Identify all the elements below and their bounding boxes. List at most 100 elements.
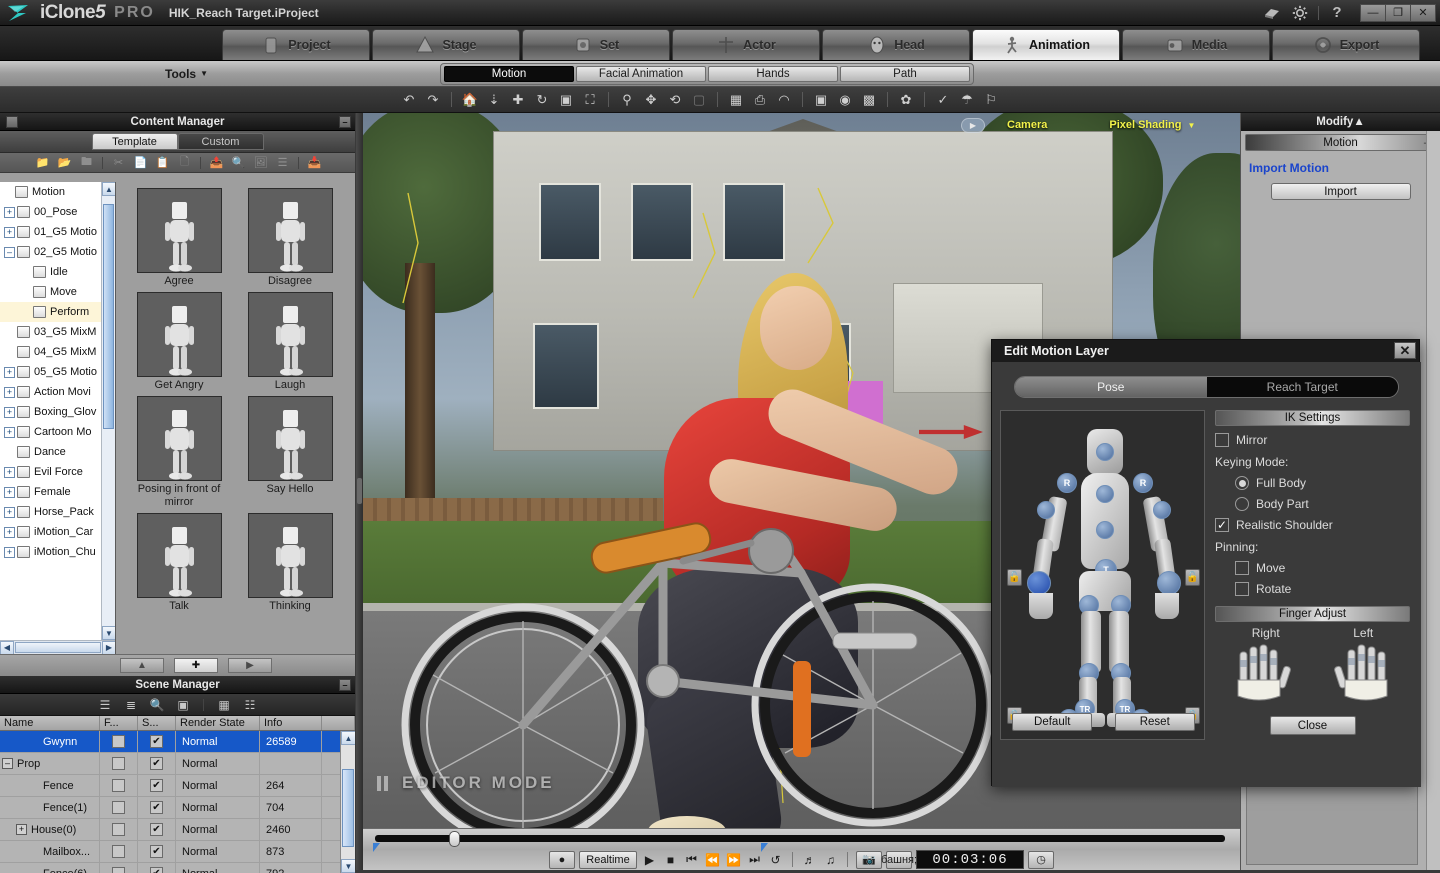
realistic-shoulder-checkbox[interactable]: ✓ [1215,518,1229,532]
camera-preview-icon[interactable]: ◉ [834,90,856,110]
freeze-checkbox[interactable] [112,757,125,770]
table-row[interactable]: Fence(6) ✔ Normal 792 [0,863,355,873]
minimize-button[interactable]: — [1360,4,1386,22]
thumbnail-item[interactable]: Laugh [241,292,339,392]
show-checkbox[interactable]: ✔ [150,823,163,836]
realistic-shoulder-option[interactable]: ✓ Realistic Shoulder [1215,518,1410,532]
tree-item[interactable]: + Female [0,482,115,502]
undo-icon[interactable]: ↶ [398,90,420,110]
leaf-icon[interactable]: ✿ [895,90,917,110]
tree-item[interactable]: + 01_G5 Motio [0,222,115,242]
row-name-cell[interactable]: Fence(1) [0,797,100,818]
show-checkbox[interactable]: ✔ [150,845,163,858]
freeze-checkbox[interactable] [112,823,125,836]
rig-joint-spine[interactable] [1096,521,1114,539]
main-tab-media[interactable]: Media [1122,29,1270,60]
table-row[interactable]: Gwynn ✔ Normal 26589 [0,731,355,753]
duplicate-icon[interactable]: ⎙ [749,90,771,110]
rig-hand-left[interactable] [1155,593,1179,619]
column-header[interactable]: S... [138,716,176,730]
expand-icon[interactable]: + [4,467,15,478]
tree-item[interactable]: + Cartoon Mo [0,422,115,442]
isolate-icon[interactable]: ▣ [173,696,193,713]
move-icon[interactable]: ✚ [507,90,529,110]
thumbnail-item[interactable]: Say Hello [241,396,339,509]
main-tab-set[interactable]: Set [522,29,670,60]
show-checkbox[interactable]: ✔ [150,735,163,748]
sub-tab-hands[interactable]: Hands [708,66,838,82]
main-tab-export[interactable]: Export [1272,29,1420,60]
show-checkbox[interactable]: ✔ [150,867,163,873]
folder-icon[interactable]: 🖿 [76,155,97,171]
freeze-checkbox[interactable] [112,845,125,858]
column-header[interactable] [322,716,355,730]
body-part-radio[interactable] [1235,497,1249,511]
rig-joint-elbow-right[interactable] [1037,501,1055,519]
lock-icon-hand-right[interactable]: 🔓 [1007,569,1022,586]
column-header[interactable]: Info [260,716,322,730]
motion-section-header[interactable]: Motion – [1245,134,1436,151]
modify-scrollbar[interactable] [1426,131,1440,870]
preview-icon[interactable]: 🖼 [250,155,271,171]
rig-hand-right[interactable] [1029,593,1053,619]
import-motion-link[interactable]: Import Motion [1249,161,1440,175]
bell-icon[interactable]: башня; [886,851,912,869]
table-row[interactable]: Mailbox... ✔ Normal 873 [0,841,355,863]
tree-item[interactable]: + Evil Force [0,462,115,482]
thumbnail-item[interactable]: Talk [130,513,228,613]
new-folder-icon[interactable]: 📁 [32,155,53,171]
full-body-radio[interactable] [1235,476,1249,490]
check-icon[interactable]: ✓ [932,90,954,110]
thumbnail-item[interactable]: Disagree [241,188,339,288]
viewport-expand-icon[interactable]: ▶ [961,118,985,133]
splitter-handle[interactable] [357,478,362,504]
cut-icon[interactable]: ✂ [108,155,129,171]
transform-gizmo-icon[interactable]: ✥ [640,90,662,110]
scroll-up-button[interactable]: ▲ [102,182,116,196]
tree-item[interactable]: Move [0,282,115,302]
show-cell[interactable]: ✔ [138,753,176,774]
freeze-cell[interactable] [100,775,138,796]
render-state-cell[interactable]: Normal [176,841,260,862]
render-icon[interactable] [1262,3,1282,23]
rig-joint-elbow-left[interactable] [1153,501,1171,519]
rig-joint-hand-left[interactable] [1157,571,1181,595]
camera-label[interactable]: Camera [1007,119,1047,131]
edit-motion-layer-dialog[interactable]: Edit Motion Layer ✕ PoseReach Target R [991,339,1420,786]
row-name-cell[interactable]: Fence(6) [0,863,100,873]
show-checkbox[interactable]: ✔ [150,801,163,814]
help-icon[interactable]: ? [1327,3,1347,23]
render-state-cell[interactable]: Normal [176,797,260,818]
render-state-cell[interactable]: Normal [176,819,260,840]
lock-icon-hand-left[interactable]: 🔓 [1185,569,1200,586]
expand-icon[interactable]: + [4,427,15,438]
show-cell[interactable]: ✔ [138,797,176,818]
thumbnail-item[interactable]: Get Angry [130,292,228,392]
hscroll-thumb[interactable] [15,642,101,653]
expand-icon[interactable]: + [4,227,15,238]
column-header[interactable]: F... [100,716,138,730]
keying-mode-body-part[interactable]: Body Part [1235,497,1410,511]
tree-item[interactable]: + 05_G5 Motio [0,362,115,382]
row-name-cell[interactable]: Fence [0,775,100,796]
expand-icon[interactable]: + [16,824,27,835]
row-name-cell[interactable]: –Prop [0,753,100,774]
tree-item[interactable]: 04_G5 MixM [0,342,115,362]
expand-icon[interactable]: + [4,547,15,558]
main-tab-stage[interactable]: Stage [372,29,520,60]
render-state-cell[interactable]: Normal [176,753,260,774]
scene-scroll-down-button[interactable]: ▼ [341,859,355,873]
main-tab-animation[interactable]: Animation [972,29,1120,60]
find-icon[interactable]: 🔍 [147,696,167,713]
tree-item[interactable]: – 02_G5 Motio [0,242,115,262]
restore-button[interactable]: ❐ [1385,4,1411,22]
freeze-cell[interactable] [100,819,138,840]
collapse-icon[interactable]: – [2,758,13,769]
link-icon[interactable]: ▢ [688,90,710,110]
home-icon[interactable]: 🏠 [459,90,481,110]
left-hand-widget[interactable] [1325,644,1397,706]
expand-icon[interactable]: + [4,527,15,538]
rig-joint-head[interactable] [1096,443,1114,461]
pinning-rotate-checkbox[interactable] [1235,582,1249,596]
sub-tab-facial-animation[interactable]: Facial Animation [576,66,706,82]
